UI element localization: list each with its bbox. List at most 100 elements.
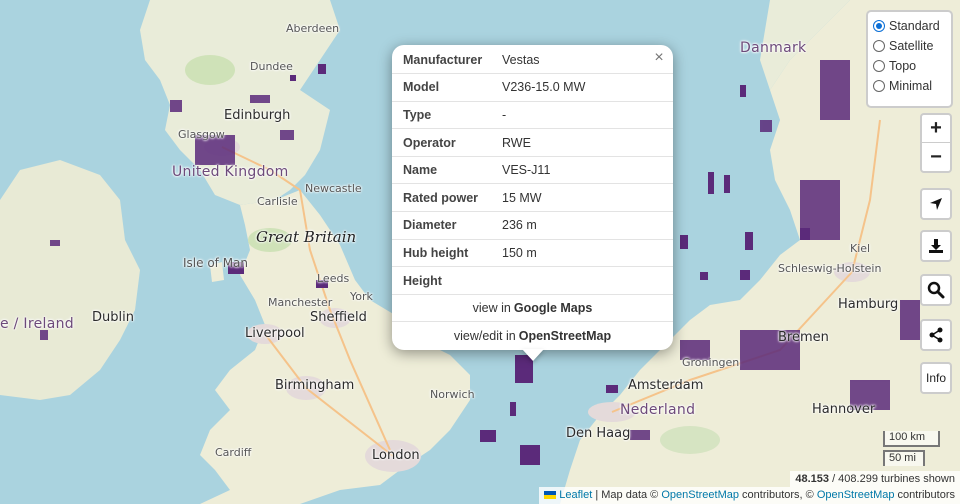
row-key: Type [392, 101, 497, 130]
row-value: Vestas [497, 46, 673, 75]
label-nederland: Nederland [620, 402, 696, 418]
layer-selector: Standard Satellite Topo Minimal [866, 10, 953, 108]
scale-mi: 50 mi [883, 450, 925, 466]
label-dundee: Dundee [250, 60, 293, 73]
osm-link-text[interactable]: OpenStreetMap [519, 329, 611, 343]
search-icon [927, 281, 945, 299]
table-row: Height [392, 266, 673, 295]
osm-attribution-link-2[interactable]: OpenStreetMap [817, 489, 895, 501]
download-icon [929, 239, 943, 253]
row-key: Name [392, 156, 497, 185]
scale-km: 100 km [883, 431, 940, 447]
table-row: Manufacturer Vestas [392, 46, 673, 75]
label-sheffield: Sheffield [310, 310, 367, 325]
row-key: Hub height [392, 239, 497, 268]
navigation-arrow-icon [930, 198, 942, 210]
label-hamburg: Hamburg [838, 297, 899, 312]
share-button[interactable] [922, 321, 950, 349]
popup-close-button[interactable]: × [651, 49, 667, 67]
layer-option-standard[interactable]: Standard [873, 16, 947, 36]
attribution-text-2: contributors, © [739, 489, 817, 501]
label-schleswig: Schleswig-Holstein [778, 262, 882, 275]
row-value: VES-J11 [497, 156, 673, 185]
zoom-out-button[interactable]: − [922, 143, 950, 171]
row-value: 236 m [497, 211, 673, 240]
attribution-text-3: contributors [894, 489, 955, 501]
layer-option-satellite[interactable]: Satellite [873, 36, 947, 56]
leaflet-link[interactable]: Leaflet [559, 489, 592, 501]
download-control [920, 230, 952, 262]
table-row: Type - [392, 101, 673, 130]
table-row: Name VES-J11 [392, 156, 673, 185]
label-aberdeen: Aberdeen [286, 22, 340, 35]
zoom-in-button[interactable]: + [922, 115, 950, 143]
row-value: RWE [497, 128, 673, 157]
share-control [920, 319, 952, 351]
label-great-britain: Great Britain [256, 228, 357, 246]
row-value: - [497, 101, 673, 130]
label-united-kingdom: United Kingdom [172, 164, 289, 180]
turbine-counter: 48.153 / 408.299 turbines shown [790, 471, 960, 487]
radio-icon[interactable] [873, 80, 885, 92]
label-groningen: Groningen [682, 356, 740, 369]
layer-label: Minimal [889, 79, 933, 93]
google-maps-link[interactable]: view in Google Maps [392, 295, 673, 323]
row-key: Rated power [392, 183, 497, 213]
label-leeds: Leeds [317, 272, 350, 285]
label-dublin: Dublin [92, 310, 134, 325]
row-key: Height [392, 266, 497, 295]
locate-control [920, 188, 952, 220]
layer-option-minimal[interactable]: Minimal [873, 76, 947, 96]
layer-label: Standard [889, 19, 940, 33]
label-ireland: e / Ireland [0, 316, 74, 332]
label-newcastle: Newcastle [305, 182, 362, 195]
osm-attribution-link[interactable]: OpenStreetMap [661, 489, 739, 501]
label-carlisle: Carlisle [257, 195, 298, 208]
label-liverpool: Liverpool [245, 326, 305, 341]
radio-checked-icon[interactable] [873, 20, 885, 32]
download-button[interactable] [922, 232, 950, 260]
locate-button[interactable] [922, 190, 950, 218]
layer-option-topo[interactable]: Topo [873, 56, 947, 76]
radio-icon[interactable] [873, 60, 885, 72]
label-york: York [350, 290, 373, 303]
label-kiel: Kiel [850, 242, 871, 255]
table-row: Model V236-15.0 MW [392, 73, 673, 102]
google-prefix: view in [472, 301, 511, 316]
row-key: Model [392, 73, 497, 102]
label-manchester: Manchester [268, 296, 333, 309]
label-danmark: Danmark [740, 40, 807, 56]
table-row: Diameter 236 m [392, 211, 673, 240]
info-button[interactable]: Info [922, 364, 950, 392]
popup-tip [522, 349, 544, 361]
turbine-popup: × Manufacturer Vestas Model V236-15.0 MW T… [392, 45, 673, 350]
label-bremen: Bremen [778, 330, 829, 345]
table-row: Rated power 15 MW [392, 183, 673, 213]
search-button[interactable] [922, 276, 950, 304]
turbine-count-total: / 408.299 turbines shown [829, 473, 955, 485]
row-value: V236-15.0 MW [497, 73, 673, 102]
row-value [497, 266, 673, 295]
layer-label: Satellite [889, 39, 934, 53]
attribution-bar: Leaflet | Map data © OpenStreetMap contr… [539, 487, 960, 504]
label-den-haag: Den Haag [566, 426, 631, 441]
turbine-count-shown: 48.153 [795, 473, 830, 485]
osm-link[interactable]: view/edit in OpenStreetMap [392, 322, 673, 350]
row-key: Operator [392, 128, 497, 157]
label-hannover: Hannover [812, 402, 876, 417]
table-row: Operator RWE [392, 128, 673, 157]
search-control [920, 274, 952, 306]
radio-icon[interactable] [873, 40, 885, 52]
label-birmingham: Birmingham [275, 378, 355, 393]
ukraine-flag-icon [544, 491, 557, 499]
share-icon [929, 327, 943, 343]
info-control: Info [920, 362, 952, 394]
row-value: 15 MW [497, 183, 673, 213]
layer-label: Topo [889, 59, 917, 73]
label-edinburgh: Edinburgh [224, 108, 291, 123]
turbine-details-table: Manufacturer Vestas Model V236-15.0 MW Typ… [392, 46, 673, 295]
row-key: Diameter [392, 211, 497, 240]
google-link-text[interactable]: Google Maps [514, 301, 592, 315]
label-london: London [372, 448, 420, 463]
osm-prefix: view/edit in [453, 329, 516, 344]
